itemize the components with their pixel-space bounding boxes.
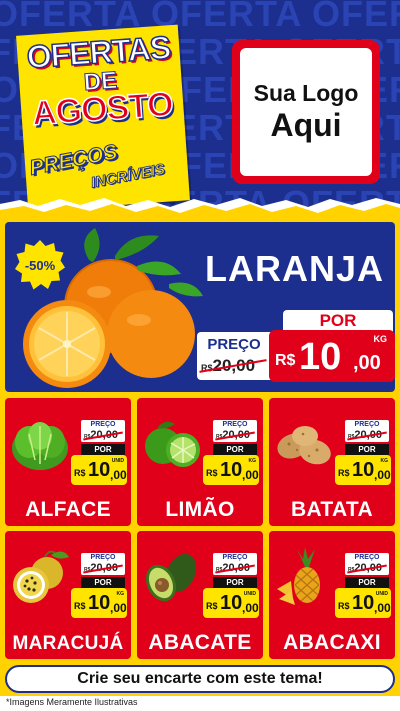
background-pattern-text: OFERTA OFERTA OFERTA: [0, 0, 400, 34]
product-card-abacate[interactable]: PREÇO R$20,00 POR R$ 10 ,00 UNID ABACATE: [137, 531, 263, 659]
por-label: POR: [345, 444, 389, 455]
price-integer: 10: [220, 459, 243, 481]
footer: *Imagens Meramente Ilustrativas: [0, 696, 400, 711]
preco-label: PREÇO: [222, 554, 248, 561]
currency-symbol: R$: [206, 468, 218, 478]
currency-symbol: R$: [338, 468, 350, 478]
new-price-box: R$ 10 ,00 KG: [269, 330, 395, 382]
potato-icon: [277, 426, 331, 465]
price-unit: KG: [373, 334, 388, 344]
price-unit: UNID: [111, 458, 124, 464]
product-card-maracuja[interactable]: PREÇO R$20,00 POR R$ 10 ,00 KG MARACUJÁ: [5, 531, 131, 659]
old-price-box: PREÇO R$20,00: [345, 420, 389, 442]
create-flyer-button[interactable]: Crie seu encarte com este tema!: [5, 665, 395, 693]
currency-symbol: R$: [74, 468, 86, 478]
preco-label: PREÇO: [90, 554, 116, 561]
price-integer: 10: [299, 336, 342, 378]
price-decimal: ,00: [110, 468, 127, 482]
price-decimal: ,00: [110, 601, 127, 615]
lime-icon: [145, 421, 200, 467]
price-integer: 10: [88, 592, 111, 614]
price-unit: UNID: [243, 591, 256, 597]
logo-text-line2: Aqui: [270, 107, 342, 143]
product-card-limao[interactable]: PREÇO R$20,00 POR R$ 10 ,00 KG LIMÃO: [137, 398, 263, 526]
header: OFERTA OFERTA OFERTA OFERTA OFERTA OFERT…: [0, 0, 400, 220]
price-decimal: ,00: [374, 468, 391, 482]
product-name: ABACAXI: [283, 631, 381, 654]
price-unit: UNID: [375, 591, 388, 597]
product-name: ALFACE: [25, 498, 111, 521]
price-integer: 10: [220, 592, 243, 614]
preco-label: PREÇO: [207, 336, 261, 353]
new-price-box: R$ 10 ,00 KG: [335, 455, 391, 485]
new-price-box: R$ 10 ,00 KG: [71, 588, 127, 618]
currency-symbol: R$: [275, 352, 296, 369]
preco-label: PREÇO: [222, 421, 248, 428]
new-price-box: R$ 10 ,00 UNID: [335, 588, 391, 618]
disclaimer-text: *Imagens Meramente Ilustrativas: [6, 697, 138, 707]
old-price-box: PREÇO R$20,00: [213, 553, 257, 575]
preco-label: PREÇO: [354, 421, 380, 428]
featured-offer-card[interactable]: -50% LARANJA POR PREÇO R$20,00 R$ 10 ,00…: [5, 222, 395, 392]
price-unit: KG: [248, 458, 257, 464]
product-name: ABACATE: [148, 631, 252, 654]
old-price-box: PREÇO R$20,00: [81, 553, 125, 575]
currency-symbol: R$: [74, 601, 86, 611]
avocado-icon: [145, 553, 197, 602]
product-name: MARACUJÁ: [12, 633, 124, 654]
por-label: POR: [213, 444, 257, 455]
product-name: BATATA: [291, 498, 373, 521]
pineapple-icon: [277, 547, 320, 605]
currency-symbol: R$: [338, 601, 350, 611]
price-integer: 10: [352, 459, 375, 481]
new-price-box: R$ 10 ,00 UNID: [71, 455, 127, 485]
logo-text-line1: Sua Logo: [253, 80, 359, 106]
currency-symbol: R$: [206, 601, 218, 611]
price-integer: 10: [352, 592, 375, 614]
logo-placeholder[interactable]: Sua Logo Aqui: [232, 40, 380, 184]
por-label: POR: [283, 310, 393, 332]
promo-title-sticker: OFERTAS DE AGOSTO PREÇOS INCRÍVEIS: [16, 24, 190, 212]
price-decimal: ,00: [242, 468, 259, 482]
lettuce-icon: [12, 422, 68, 470]
por-label: POR: [81, 444, 125, 455]
product-name: LIMÃO: [165, 498, 235, 521]
price-unit: KG: [380, 458, 389, 464]
por-label: POR: [81, 577, 125, 588]
new-price-box: R$ 10 ,00 KG: [203, 455, 259, 485]
product-card-abacaxi[interactable]: PREÇO R$20,00 POR R$ 10 ,00 UNID ABACAXI: [269, 531, 395, 659]
price-decimal: ,00: [374, 601, 391, 615]
old-price-box: PREÇO R$20,00: [213, 420, 257, 442]
por-label: POR: [345, 577, 389, 588]
old-price-box: PREÇO R$20,00: [345, 553, 389, 575]
preco-label: PREÇO: [354, 554, 380, 561]
product-card-alface[interactable]: PREÇO R$20,00 POR R$ 10 ,00 UNID ALFACE: [5, 398, 131, 526]
featured-product-name: LARANJA: [205, 248, 385, 289]
price-decimal: ,00: [242, 601, 259, 615]
por-label: POR: [213, 577, 257, 588]
product-card-batata[interactable]: PREÇO R$20,00 POR R$ 10 ,00 KG BATATA: [269, 398, 395, 526]
new-price-box: R$ 10 ,00 UNID: [203, 588, 259, 618]
price-decimal: ,00: [353, 352, 381, 374]
old-price-box: PREÇO R$20,00: [197, 332, 271, 380]
old-price-box: PREÇO R$20,00: [81, 420, 125, 442]
passion-fruit-icon: [13, 550, 69, 603]
price-integer: 10: [88, 459, 111, 481]
preco-label: PREÇO: [90, 421, 116, 428]
price-unit: KG: [116, 591, 125, 597]
